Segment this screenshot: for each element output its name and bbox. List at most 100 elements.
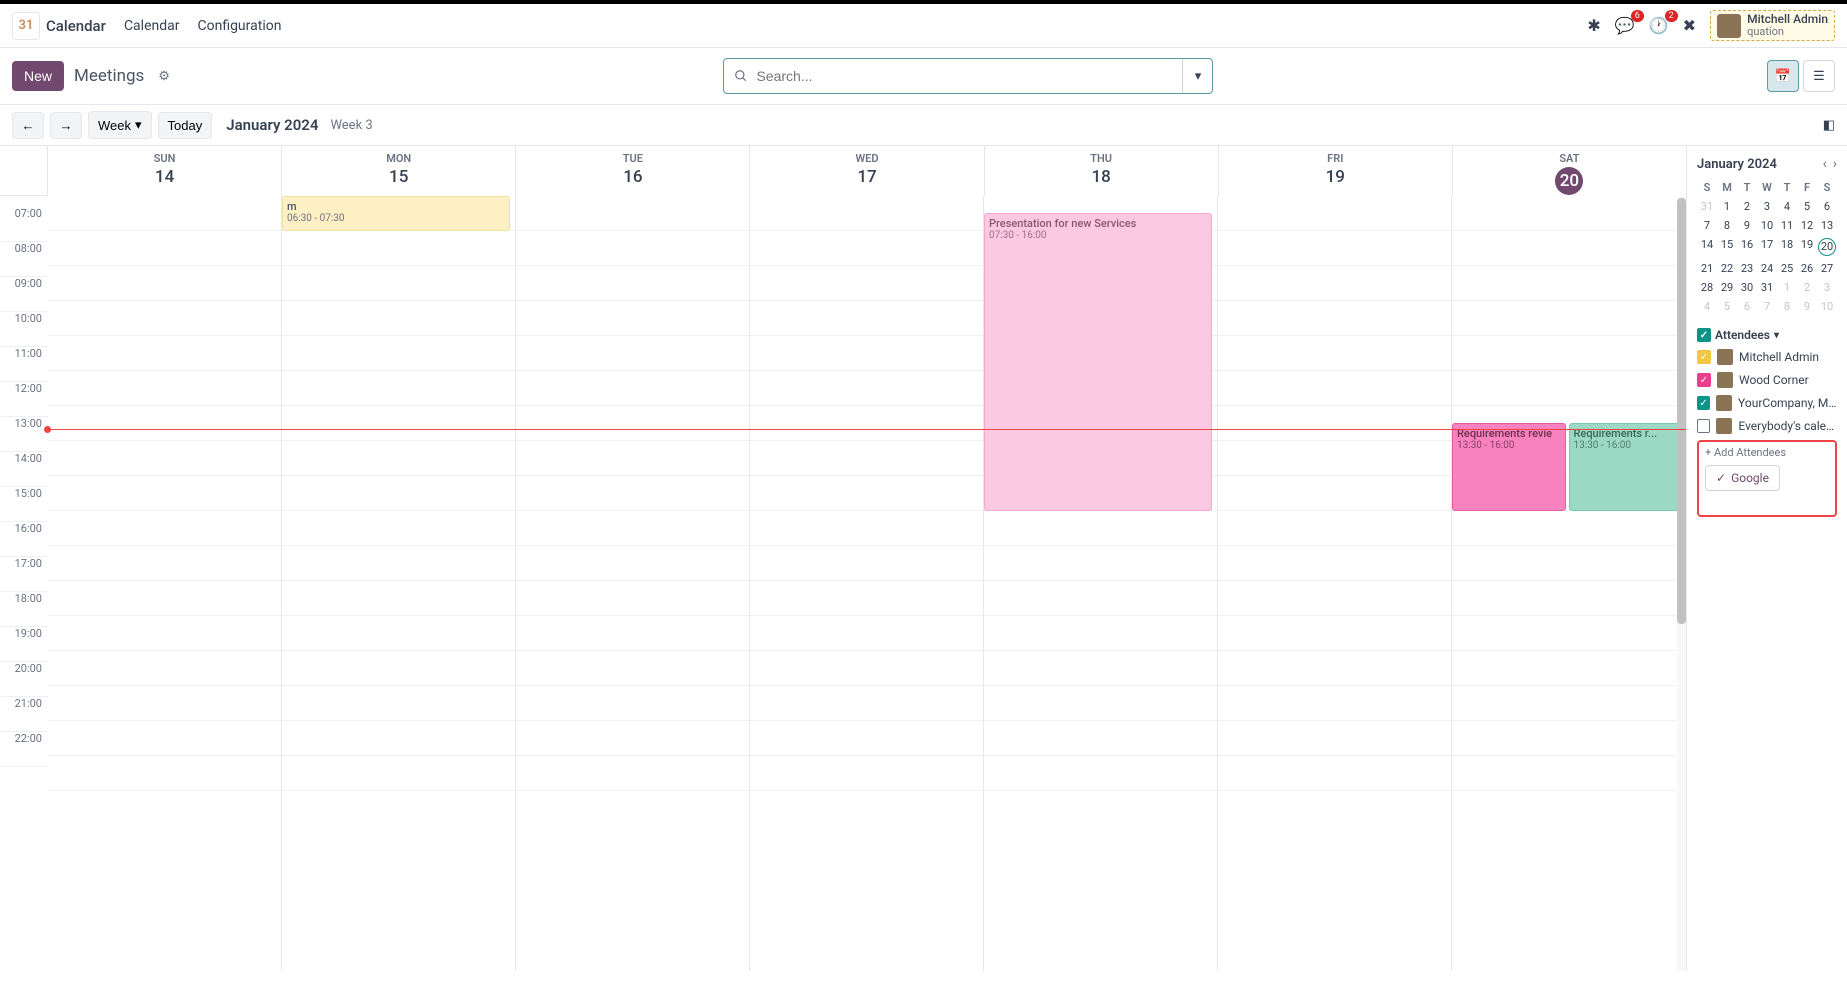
mini-day[interactable]: 13 [1817, 216, 1837, 235]
add-attendees-link[interactable]: + Add Attendees [1705, 446, 1829, 459]
attendee-checkbox[interactable]: ✓ [1697, 350, 1711, 364]
scrollbar[interactable] [1677, 196, 1686, 971]
messages-icon[interactable]: 💬6 [1615, 16, 1635, 35]
attendees-toggle-icon[interactable]: ✓ [1697, 328, 1711, 342]
day-column[interactable] [750, 196, 984, 971]
menu-item-calendar[interactable]: Calendar [124, 18, 180, 34]
mini-day[interactable]: 5 [1797, 197, 1817, 216]
mini-dow: S [1697, 178, 1717, 197]
search-input[interactable] [756, 68, 1172, 84]
day-header[interactable]: TUE16 [516, 146, 750, 196]
mini-day[interactable]: 17 [1757, 235, 1777, 259]
view-range-dropdown[interactable]: Week ▾ [88, 111, 152, 139]
prev-button[interactable]: ← [12, 112, 44, 139]
mini-day[interactable]: 4 [1777, 197, 1797, 216]
mini-day[interactable]: 7 [1757, 297, 1777, 316]
day-header[interactable]: SAT20 [1453, 146, 1686, 196]
mini-day[interactable]: 29 [1717, 278, 1737, 297]
mini-day[interactable]: 7 [1697, 216, 1717, 235]
calendar-event[interactable]: Requirements r...13:30 - 16:00 [1569, 423, 1683, 511]
day-column[interactable]: m06:30 - 07:30 [282, 196, 516, 971]
mini-day[interactable]: 2 [1737, 197, 1757, 216]
day-column[interactable] [48, 196, 282, 971]
mini-day[interactable]: 31 [1757, 278, 1777, 297]
mini-day[interactable]: 8 [1777, 297, 1797, 316]
side-panel-toggle-icon[interactable]: ◧ [1823, 118, 1835, 133]
calendar-event[interactable]: Requirements revie13:30 - 16:00 [1452, 423, 1566, 511]
today-button[interactable]: Today [158, 112, 213, 139]
mini-prev-icon[interactable]: ‹ [1823, 156, 1827, 172]
mini-day[interactable]: 19 [1797, 235, 1817, 259]
mini-day[interactable]: 24 [1757, 259, 1777, 278]
attendee-checkbox[interactable]: ✓ [1697, 373, 1711, 387]
mini-next-icon[interactable]: › [1833, 156, 1837, 172]
mini-day[interactable]: 26 [1797, 259, 1817, 278]
google-sync-button[interactable]: ✓ Google [1705, 465, 1780, 491]
user-menu[interactable]: Mitchell Admin quation [1710, 10, 1835, 41]
bug-icon[interactable]: ✱ [1587, 16, 1600, 35]
attendee-checkbox[interactable]: ✓ [1697, 396, 1710, 410]
mini-day[interactable]: 25 [1777, 259, 1797, 278]
mini-day[interactable]: 8 [1717, 216, 1737, 235]
mini-day[interactable]: 14 [1697, 235, 1717, 259]
calendar-event[interactable]: m06:30 - 07:30 [282, 196, 510, 231]
search-dropdown[interactable]: ▾ [1182, 59, 1212, 93]
mini-day[interactable]: 9 [1797, 297, 1817, 316]
gear-icon[interactable]: ⚙ [158, 69, 170, 84]
event-time: 06:30 - 07:30 [287, 213, 505, 224]
attendee-checkbox[interactable] [1697, 419, 1710, 433]
mini-day[interactable]: 21 [1697, 259, 1717, 278]
mini-day[interactable]: 4 [1697, 297, 1717, 316]
day-header[interactable]: THU18 [985, 146, 1219, 196]
mini-day[interactable]: 2 [1797, 278, 1817, 297]
mini-day[interactable]: 5 [1717, 297, 1737, 316]
hour-label: 17:00 [0, 557, 48, 592]
day-header[interactable]: SUN14 [48, 146, 282, 196]
mini-day[interactable]: 20 [1817, 235, 1837, 259]
mini-day[interactable]: 10 [1757, 216, 1777, 235]
mini-day[interactable]: 10 [1817, 297, 1837, 316]
mini-day[interactable]: 12 [1797, 216, 1817, 235]
attendee-row[interactable]: ✓Mitchell Admin [1697, 349, 1837, 365]
day-of-week: SAT [1453, 152, 1686, 165]
mini-day[interactable]: 22 [1717, 259, 1737, 278]
mini-day[interactable]: 3 [1817, 278, 1837, 297]
calendar-event[interactable]: Presentation for new Services07:30 - 16:… [984, 213, 1212, 511]
mini-day[interactable]: 23 [1737, 259, 1757, 278]
mini-day[interactable]: 6 [1817, 197, 1837, 216]
mini-day[interactable]: 6 [1737, 297, 1757, 316]
app-logo[interactable]: 31 [12, 12, 40, 40]
mini-day[interactable]: 16 [1737, 235, 1757, 259]
mini-day[interactable]: 1 [1777, 278, 1797, 297]
menu-item-configuration[interactable]: Configuration [197, 18, 281, 34]
mini-day[interactable]: 3 [1757, 197, 1777, 216]
mini-day[interactable]: 28 [1697, 278, 1717, 297]
mini-day[interactable]: 30 [1737, 278, 1757, 297]
day-column[interactable]: Requirements revie13:30 - 16:00Requireme… [1452, 196, 1686, 971]
day-header[interactable]: MON15 [282, 146, 516, 196]
next-button[interactable]: → [50, 112, 82, 139]
chevron-down-icon[interactable]: ▾ [1774, 330, 1779, 341]
tools-icon[interactable]: ✖ [1683, 16, 1696, 35]
mini-day[interactable]: 1 [1717, 197, 1737, 216]
day-of-week: MON [282, 152, 515, 165]
list-view-button[interactable]: ☰ [1803, 60, 1835, 92]
mini-day[interactable]: 15 [1717, 235, 1737, 259]
day-column[interactable]: Presentation for new Services07:30 - 16:… [984, 196, 1218, 971]
mini-day[interactable]: 18 [1777, 235, 1797, 259]
day-column[interactable] [516, 196, 750, 971]
mini-day[interactable]: 31 [1697, 197, 1717, 216]
day-header[interactable]: FRI19 [1219, 146, 1453, 196]
attendee-row[interactable]: ✓Wood Corner [1697, 372, 1837, 388]
mini-day[interactable]: 11 [1777, 216, 1797, 235]
mini-day[interactable]: 9 [1737, 216, 1757, 235]
attendee-name: Everybody's calen... [1738, 419, 1837, 433]
attendee-row[interactable]: ✓YourCompany, Ma... [1697, 395, 1837, 411]
activities-icon[interactable]: 🕐2 [1649, 16, 1669, 35]
attendee-row[interactable]: Everybody's calen... [1697, 418, 1837, 434]
calendar-view-button[interactable]: 📅 [1767, 60, 1799, 92]
day-header[interactable]: WED17 [750, 146, 984, 196]
mini-day[interactable]: 27 [1817, 259, 1837, 278]
day-column[interactable] [1218, 196, 1452, 971]
new-button[interactable]: New [12, 61, 64, 91]
